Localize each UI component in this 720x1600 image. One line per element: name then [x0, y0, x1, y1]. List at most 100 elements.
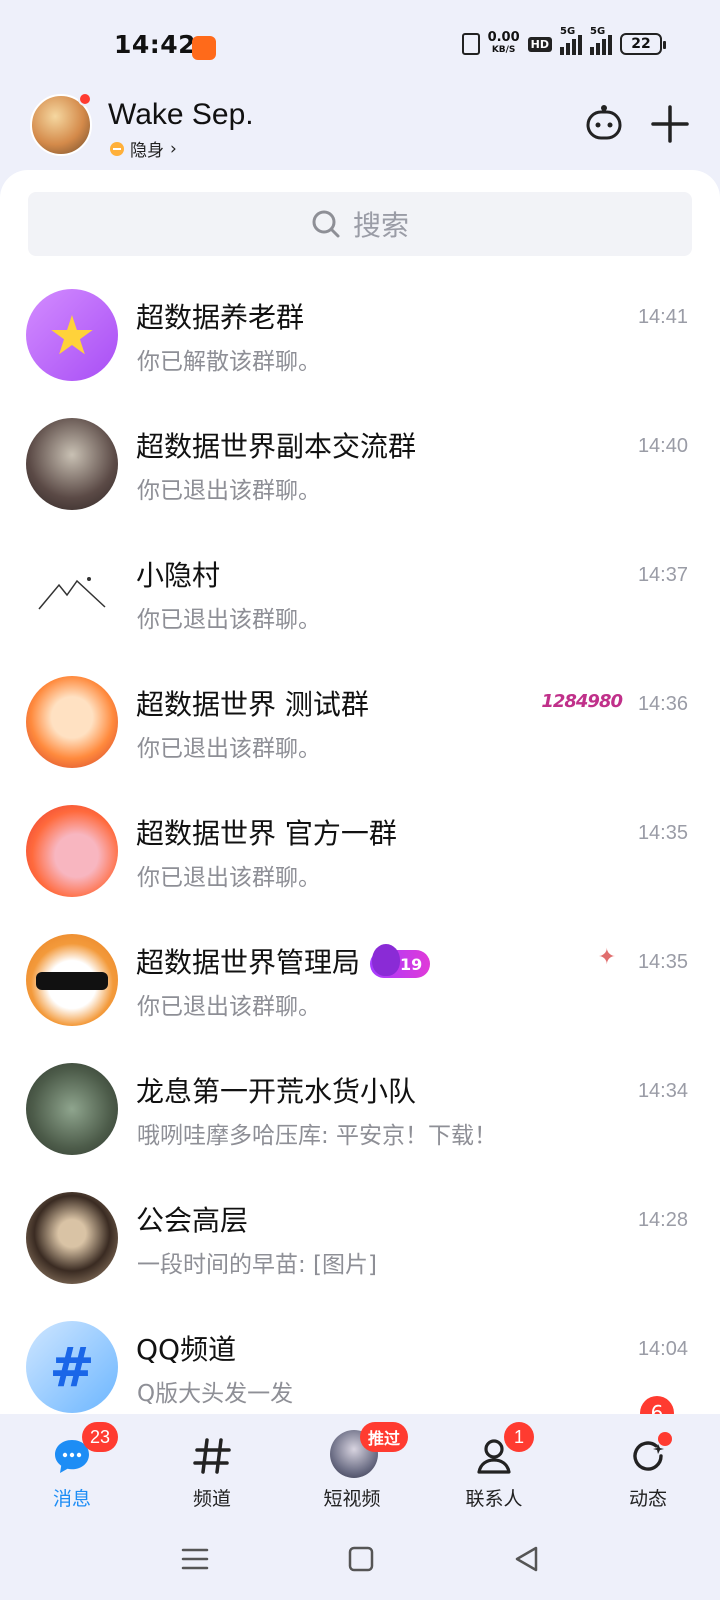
chat-list-panel: 搜索 ★ 超数据养老群 你已解散该群聊。 14:41 超数据世界副本交流群 你已… [0, 170, 720, 1420]
search-icon [312, 210, 340, 238]
search-input[interactable]: 搜索 [28, 192, 692, 256]
chat-item[interactable]: 龙息第一开荒水货小队 哦咧哇摩多哈压库: 平安京！下载！ 14:34 [0, 1058, 720, 1187]
network-speed: 0.00 KB/S [487, 30, 520, 56]
calligraphy-tag-icon: ✦ [597, 945, 616, 970]
chat-name: QQ频道 [136, 1333, 237, 1366]
chat-name: 超数据养老群 [136, 301, 305, 334]
chat-name: 超数据世界副本交流群 [136, 430, 417, 463]
contacts-badge: 1 [504, 1422, 534, 1452]
profile-nickname[interactable]: Wake Sep. [108, 98, 254, 132]
bottom-nav: 23 消息 频道 推过 短视频 1 联系人 动态 [0, 1414, 720, 1524]
group-avatar [26, 547, 118, 639]
system-navigation-bar [0, 1524, 720, 1600]
search-placeholder: 搜索 [352, 209, 409, 242]
hash-icon: # [49, 1335, 95, 1399]
hash-icon [193, 1438, 231, 1474]
battery-icon: 22 [620, 33, 666, 55]
chat-item[interactable]: 公会高层 一段时间的早苗: [图片] 14:28 [0, 1187, 720, 1316]
status-bar: 14:42 0.00 KB/S HD 5G 5G 22 [0, 0, 720, 92]
mountain-icon [38, 577, 106, 610]
group-avatar [26, 1063, 118, 1155]
chat-time: 14:28 [637, 1209, 688, 1231]
chat-preview: 哦咧哇摩多哈压库: 平安京！下载！ [137, 1123, 498, 1149]
group-avatar [26, 1192, 118, 1284]
chat-preview: 你已退出该群聊。 [137, 607, 321, 633]
chat-preview: 你已退出该群聊。 [137, 865, 321, 891]
home-icon[interactable] [346, 1544, 376, 1574]
chat-list: ★ 超数据养老群 你已解散该群聊。 14:41 超数据世界副本交流群 你已退出该… [0, 284, 720, 1420]
chat-item[interactable]: 超数据世界 测试群 你已退出该群聊。 1284980 14:36 [0, 671, 720, 800]
chat-time: 14:36 [637, 693, 688, 715]
chat-item[interactable]: 小隐村 你已退出该群聊。 14:37 [0, 542, 720, 671]
channel-avatar: # [26, 1321, 118, 1413]
tab-contacts[interactable]: 1 联系人 [434, 1422, 554, 1514]
network-speed-value: 0.00 [487, 30, 520, 45]
robot-icon[interactable] [584, 102, 624, 142]
signal-icon-1: 5G [560, 26, 582, 55]
presence-status[interactable]: 隐身 › [110, 136, 177, 161]
videos-badge: 推过 [360, 1422, 409, 1452]
profile-notification-dot [78, 92, 92, 106]
chat-preview: 一段时间的早苗: [图片] [137, 1252, 378, 1278]
chat-name: 超数据世界 测试群 [136, 688, 369, 721]
chat-preview: 你已退出该群聊。 [137, 994, 321, 1020]
chat-item[interactable]: ★ 超数据养老群 你已解散该群聊。 14:41 [0, 284, 720, 413]
signal-label-2: 5G [590, 26, 606, 37]
chat-name: 龙息第一开荒水货小队 [136, 1075, 417, 1108]
header: Wake Sep. 隐身 › [0, 92, 720, 172]
chat-preview: Q版大头发一发 [137, 1381, 294, 1407]
chat-name: 超数据世界 官方一群 [136, 817, 397, 850]
fire-level-value: 19 [400, 954, 423, 974]
menu-icon[interactable] [180, 1544, 210, 1574]
group-avatar [26, 934, 118, 1026]
chat-item[interactable]: 超数据世界 官方一群 你已退出该群聊。 14:35 [0, 800, 720, 929]
battery-level: 22 [631, 36, 651, 52]
chat-time: 14:40 [637, 435, 688, 457]
moments-notification-dot [658, 1432, 672, 1446]
presence-icon [110, 141, 124, 156]
hd-voice-icon: HD [527, 36, 552, 52]
tab-channels-label: 频道 [192, 1488, 231, 1510]
chat-time: 14:41 [637, 306, 688, 328]
chat-name: 小隐村 [136, 559, 221, 592]
tab-channels[interactable]: 频道 [152, 1424, 272, 1514]
tab-moments[interactable]: 动态 [588, 1424, 708, 1514]
group-avatar [26, 805, 118, 897]
chat-time: 14:35 [637, 822, 688, 844]
back-icon[interactable] [512, 1544, 542, 1574]
group-level-tag: 1284980 [541, 691, 623, 712]
chat-item[interactable]: # QQ频道 Q版大头发一发 14:04 6 [0, 1316, 720, 1420]
chevron-right-icon: › [170, 138, 177, 159]
vibrate-icon [461, 33, 480, 55]
notification-app-icon [192, 36, 216, 60]
group-avatar: ★ [26, 289, 118, 381]
chat-time: 14:37 [637, 564, 688, 586]
network-speed-unit: KB/S [491, 45, 516, 55]
tab-videos[interactable]: 推过 短视频 [292, 1422, 412, 1514]
chat-item[interactable]: 超数据世界管理局 19 你已退出该群聊。 ✦ 14:35 [0, 929, 720, 1058]
chat-preview: 你已退出该群聊。 [137, 736, 321, 762]
group-avatar [26, 676, 118, 768]
fire-level-badge: 19 [370, 944, 431, 978]
chat-name-text: 超数据世界管理局 [136, 946, 361, 979]
sunglasses-icon [36, 972, 108, 990]
star-icon: ★ [47, 303, 97, 367]
group-avatar [26, 418, 118, 510]
messages-badge: 23 [82, 1422, 119, 1452]
chat-preview: 你已退出该群聊。 [137, 478, 321, 504]
chat-time: 14:04 [637, 1338, 688, 1360]
chat-item[interactable]: 超数据世界副本交流群 你已退出该群聊。 14:40 [0, 413, 720, 542]
tab-messages[interactable]: 23 消息 [12, 1422, 132, 1514]
tab-contacts-label: 联系人 [465, 1488, 523, 1510]
tab-messages-label: 消息 [52, 1488, 91, 1510]
signal-icon-2: 5G [590, 26, 612, 55]
chat-name: 超数据世界管理局 19 [136, 941, 431, 981]
signal-label-1: 5G [560, 26, 576, 37]
presence-label: 隐身 [130, 141, 164, 161]
status-icons: 0.00 KB/S HD 5G 5G 22 [461, 26, 666, 56]
tab-videos-label: 短视频 [323, 1488, 381, 1510]
chat-preview: 你已解散该群聊。 [137, 349, 321, 375]
plus-icon[interactable] [650, 104, 690, 144]
chat-time: 14:34 [637, 1080, 688, 1102]
chat-time: 14:35 [637, 951, 688, 973]
